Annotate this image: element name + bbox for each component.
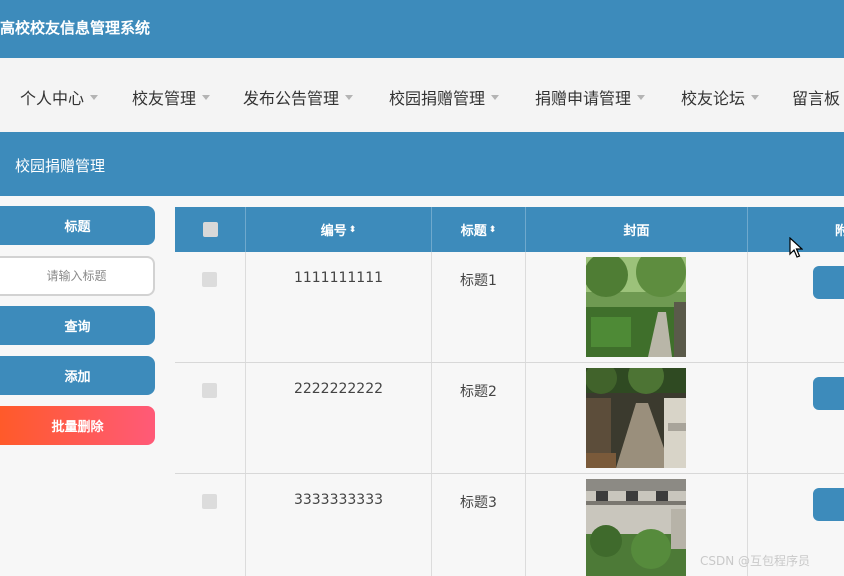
table-header: 编号 ⬍ 标题 ⬍ 封面 附 — [175, 207, 844, 252]
row-checkbox[interactable] — [202, 383, 217, 398]
app-title: 高校校友信息管理系统 — [0, 19, 151, 37]
nav-item-label: 校园捐赠管理 — [389, 89, 486, 108]
covered-walkway-photo — [586, 368, 686, 468]
select-all-checkbox[interactable] — [202, 222, 218, 237]
nav-item-alumni-management[interactable]: 校友管理 — [132, 85, 211, 109]
action-cell — [748, 252, 844, 362]
title-cell: 标题1 — [432, 252, 526, 362]
header-select-all-cell — [175, 207, 246, 252]
action-cell — [748, 363, 844, 473]
batch-delete-button[interactable]: 批量删除 — [0, 406, 155, 445]
row-title: 标题1 — [460, 273, 497, 289]
caret-down-icon — [345, 94, 354, 100]
header-number[interactable]: 编号 ⬍ — [246, 207, 432, 252]
row-title: 标题3 — [460, 495, 497, 511]
cover-cell — [526, 363, 748, 473]
query-button[interactable]: 查询 — [0, 306, 155, 345]
main-nav: 个人中心 校友管理 发布公告管理 校园捐赠管理 捐赠申请管理 校友论坛 留言板 — [0, 58, 844, 132]
nav-item-personal-center[interactable]: 个人中心 — [20, 85, 99, 109]
number-cell: 2222222222 — [246, 363, 432, 473]
nav-item-message-board[interactable]: 留言板 — [792, 85, 840, 109]
cover-image[interactable] — [586, 257, 686, 357]
nav-item-donation-management[interactable]: 校园捐赠管理 — [389, 85, 500, 109]
app-header: 高校校友信息管理系统 — [0, 0, 844, 58]
title-search-input[interactable]: 请输入标题 — [0, 256, 155, 296]
sort-icon: ⬍ — [348, 224, 357, 235]
row-action-button[interactable] — [813, 377, 844, 410]
cover-image[interactable] — [586, 368, 686, 468]
row-checkbox[interactable] — [202, 494, 217, 509]
header-title-label: 标题 — [460, 224, 487, 239]
section-header: 校园捐赠管理 — [0, 132, 844, 196]
title-cell: 标题3 — [432, 474, 526, 576]
row-number: 2222222222 — [293, 381, 384, 397]
header-cover: 封面 — [526, 207, 748, 252]
nav-item-label: 校友论坛 — [681, 89, 746, 108]
caret-down-icon — [751, 94, 760, 100]
table-row: 1111111111 标题1 — [175, 252, 844, 363]
nav-item-label: 发布公告管理 — [243, 89, 340, 108]
row-action-button[interactable] — [813, 266, 844, 299]
caret-down-icon — [637, 94, 646, 100]
add-button[interactable]: 添加 — [0, 356, 155, 395]
header-title[interactable]: 标题 ⬍ — [432, 207, 526, 252]
nav-item-announcement-management[interactable]: 发布公告管理 — [243, 85, 354, 109]
caret-down-icon — [90, 94, 99, 100]
header-number-label: 编号 — [320, 224, 347, 239]
header-extra-label: 附 — [835, 224, 844, 239]
caret-down-icon — [202, 94, 211, 100]
row-select-cell — [175, 252, 246, 362]
campus-building-photo — [586, 479, 686, 576]
row-number: 1111111111 — [293, 270, 384, 286]
row-number: 3333333333 — [293, 492, 384, 508]
title-field-label: 标题 — [0, 206, 155, 245]
nav-item-label: 留言板 — [792, 89, 841, 108]
row-select-cell — [175, 474, 246, 576]
nav-item-label: 捐赠申请管理 — [535, 89, 632, 108]
watermark: CSDN @互包程序员 — [700, 554, 811, 568]
title-cell: 标题2 — [432, 363, 526, 473]
cover-image[interactable] — [586, 479, 686, 576]
header-cover-label: 封面 — [623, 224, 650, 239]
sort-icon: ⬍ — [488, 224, 497, 235]
number-cell: 1111111111 — [246, 252, 432, 362]
row-checkbox[interactable] — [202, 272, 217, 287]
park-path-photo — [586, 257, 686, 357]
row-select-cell — [175, 363, 246, 473]
mouse-cursor-icon — [789, 237, 803, 258]
section-title: 校园捐赠管理 — [15, 157, 106, 175]
row-title: 标题2 — [460, 384, 497, 400]
row-action-button[interactable] — [813, 488, 844, 521]
cover-cell — [526, 252, 748, 362]
donation-table: 编号 ⬍ 标题 ⬍ 封面 附 1111111111 标题1 2222222222… — [175, 207, 844, 576]
nav-item-label: 校友管理 — [132, 89, 197, 108]
caret-down-icon — [491, 94, 500, 100]
nav-item-label: 个人中心 — [20, 89, 85, 108]
number-cell: 3333333333 — [246, 474, 432, 576]
nav-item-alumni-forum[interactable]: 校友论坛 — [681, 85, 760, 109]
nav-item-donation-application[interactable]: 捐赠申请管理 — [535, 85, 646, 109]
table-row: 2222222222 标题2 — [175, 363, 844, 474]
